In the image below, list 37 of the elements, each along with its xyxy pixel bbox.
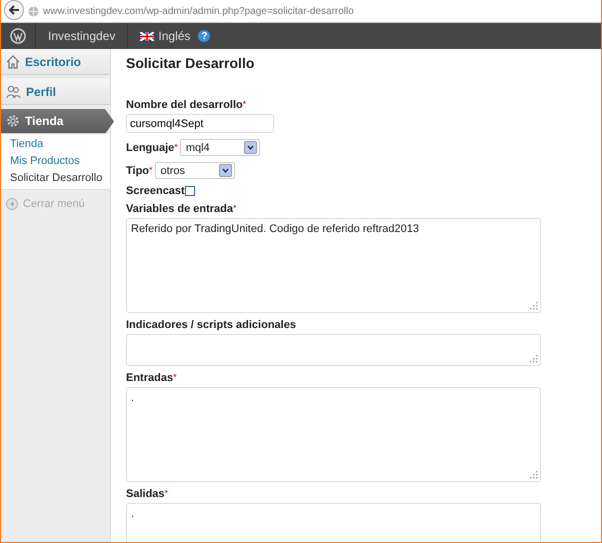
field-label: Lenguaje* <box>126 142 178 154</box>
text-area[interactable]: . <box>126 503 541 542</box>
back-arrow-icon <box>8 5 20 15</box>
field-label: Tipo* <box>126 164 153 176</box>
resize-grip-icon[interactable] <box>530 471 538 479</box>
home-icon <box>6 54 20 68</box>
gear-icon <box>6 114 20 128</box>
field-label: Nombre del desarrollo* <box>126 99 246 111</box>
menu-item[interactable]: Tienda <box>1 109 114 134</box>
submenu-item[interactable]: Tienda <box>10 138 110 151</box>
text-area[interactable]: Referido por TradingUnited. Codigo de referido reftrad2013 <box>126 218 541 313</box>
collapse-icon[interactable] <box>6 198 18 210</box>
field-label: Screencast <box>126 185 185 197</box>
dropdown[interactable]: mql4 <box>180 139 260 156</box>
text-field[interactable]: cursomql4Sept <box>126 114 274 133</box>
language-menu[interactable]: Inglés <box>158 29 190 43</box>
text-area[interactable]: . <box>126 387 541 482</box>
address-bar[interactable]: www.investingdev.com/wp-admin/admin.php?page=solicitar-desarrollo <box>43 6 354 16</box>
submenu-item[interactable]: Mis Productos <box>10 155 110 168</box>
menu-item[interactable]: Escritorio <box>1 49 110 75</box>
globe-icon <box>28 6 39 16</box>
field-label: Variables de entrada* <box>126 203 237 215</box>
field-label: Indicadores / scripts adicionales <box>126 319 296 331</box>
text-area[interactable] <box>126 334 541 366</box>
resize-grip-icon[interactable] <box>530 302 538 310</box>
dropdown[interactable]: otros <box>154 162 235 179</box>
logo-icon[interactable] <box>10 28 26 44</box>
submenu-item[interactable]: Solicitar Desarrollo <box>10 172 110 185</box>
menu-item[interactable]: Perfil <box>1 79 110 105</box>
users-icon <box>6 84 21 98</box>
field-label: Entradas* <box>126 372 177 384</box>
flag-icon <box>140 32 154 40</box>
field-label: Salidas* <box>126 488 168 500</box>
page-title: Solicitar Desarrollo <box>126 55 256 71</box>
back-button[interactable] <box>4 0 24 20</box>
resize-grip-icon[interactable] <box>530 355 538 363</box>
checkbox[interactable] <box>184 186 195 196</box>
